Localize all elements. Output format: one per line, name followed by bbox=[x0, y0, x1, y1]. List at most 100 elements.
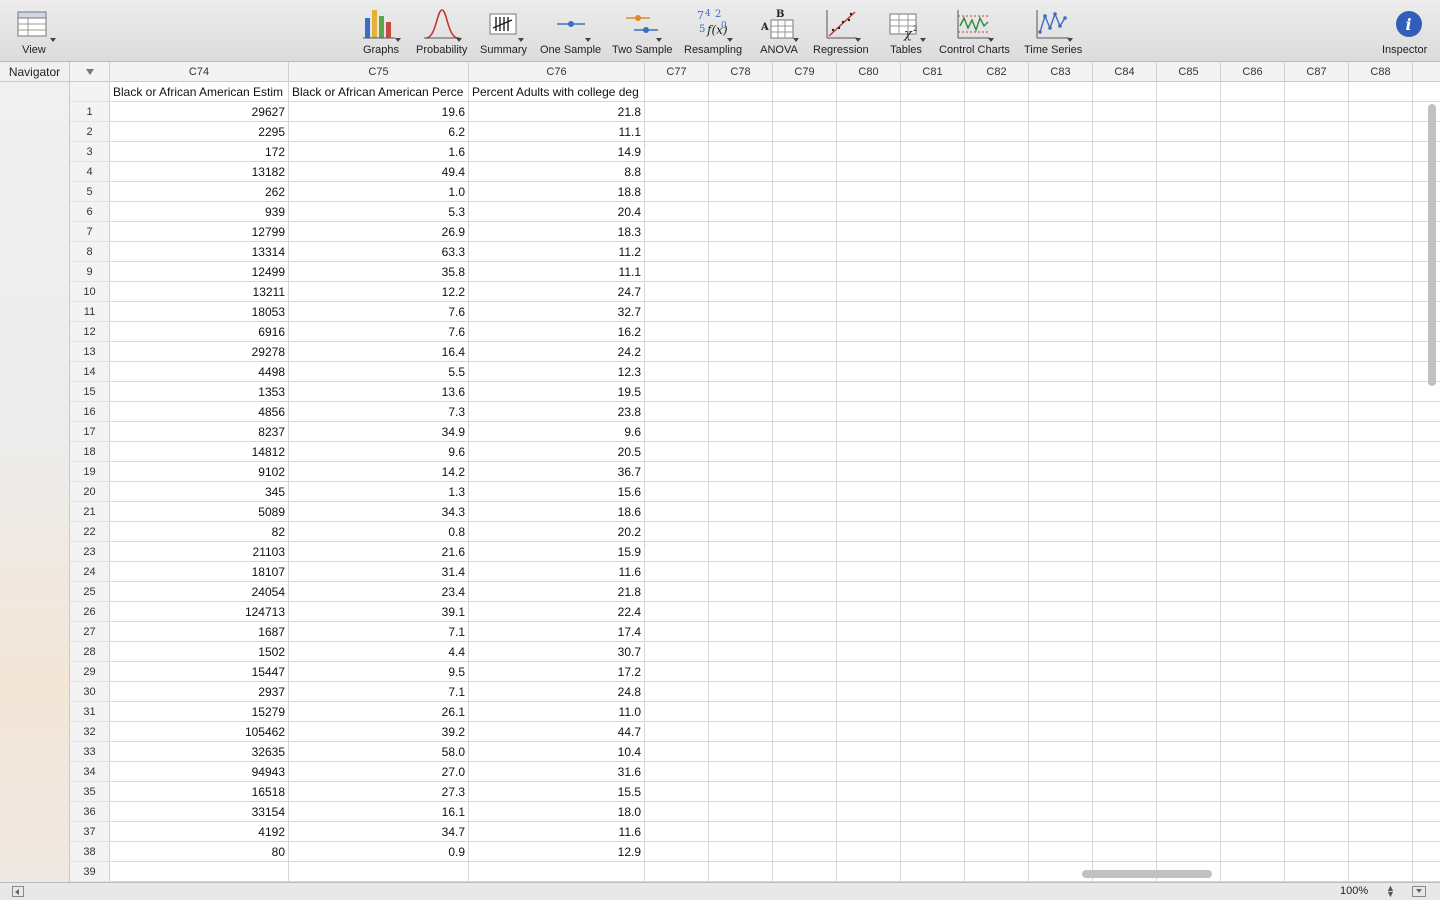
table-cell[interactable]: 24054 bbox=[110, 582, 289, 602]
table-cell[interactable] bbox=[709, 442, 773, 462]
table-cell[interactable] bbox=[773, 802, 837, 822]
table-cell[interactable] bbox=[1093, 702, 1157, 722]
table-cell[interactable] bbox=[837, 122, 901, 142]
column-header[interactable]: C87 bbox=[1285, 62, 1349, 82]
table-cell[interactable] bbox=[837, 222, 901, 242]
table-cell[interactable]: 12499 bbox=[110, 262, 289, 282]
column-header[interactable]: C85 bbox=[1157, 62, 1221, 82]
table-cell[interactable] bbox=[837, 702, 901, 722]
table-cell[interactable]: 20.2 bbox=[469, 522, 645, 542]
table-cell[interactable] bbox=[1157, 722, 1221, 742]
table-cell[interactable] bbox=[837, 622, 901, 642]
table-cell[interactable] bbox=[1093, 322, 1157, 342]
table-cell[interactable] bbox=[965, 742, 1029, 762]
inspector-button[interactable]: i Inspector bbox=[1382, 6, 1427, 60]
table-cell[interactable] bbox=[773, 302, 837, 322]
table-cell[interactable]: 9.6 bbox=[469, 422, 645, 442]
column-name-cell[interactable]: Percent Adults with college deg bbox=[469, 82, 645, 102]
table-cell[interactable] bbox=[901, 762, 965, 782]
table-cell[interactable] bbox=[1285, 122, 1349, 142]
table-cell[interactable] bbox=[1093, 642, 1157, 662]
table-cell[interactable] bbox=[773, 102, 837, 122]
table-cell[interactable] bbox=[709, 282, 773, 302]
table-cell[interactable]: 11.1 bbox=[469, 262, 645, 282]
table-cell[interactable] bbox=[901, 862, 965, 882]
table-cell[interactable]: 5.3 bbox=[289, 202, 469, 222]
table-cell[interactable] bbox=[645, 802, 709, 822]
table-cell[interactable] bbox=[1349, 362, 1413, 382]
table-cell[interactable]: 11.6 bbox=[469, 562, 645, 582]
table-cell[interactable]: 31.6 bbox=[469, 762, 645, 782]
table-cell[interactable] bbox=[1157, 282, 1221, 302]
row-number[interactable]: 26 bbox=[70, 602, 110, 622]
table-cell[interactable]: 12.3 bbox=[469, 362, 645, 382]
table-cell[interactable] bbox=[1029, 402, 1093, 422]
table-cell[interactable] bbox=[1285, 242, 1349, 262]
table-cell[interactable]: 4856 bbox=[110, 402, 289, 422]
table-cell[interactable] bbox=[1285, 402, 1349, 422]
table-cell[interactable] bbox=[965, 442, 1029, 462]
table-cell[interactable]: 1353 bbox=[110, 382, 289, 402]
table-cell[interactable] bbox=[1093, 282, 1157, 302]
table-cell[interactable] bbox=[965, 222, 1029, 242]
table-cell[interactable]: 24.2 bbox=[469, 342, 645, 362]
table-cell[interactable] bbox=[1285, 462, 1349, 482]
table-cell[interactable]: 58.0 bbox=[289, 742, 469, 762]
table-cell[interactable] bbox=[965, 702, 1029, 722]
table-cell[interactable]: 15.6 bbox=[469, 482, 645, 502]
table-cell[interactable]: 9.5 bbox=[289, 662, 469, 682]
table-cell[interactable] bbox=[709, 102, 773, 122]
table-cell[interactable] bbox=[1157, 642, 1221, 662]
table-cell[interactable] bbox=[1093, 302, 1157, 322]
tables-button[interactable]: χ2 Tables bbox=[886, 6, 926, 60]
table-cell[interactable] bbox=[1093, 262, 1157, 282]
column-header[interactable]: C78 bbox=[709, 62, 773, 82]
row-number[interactable] bbox=[70, 82, 110, 102]
table-cell[interactable] bbox=[1029, 162, 1093, 182]
table-cell[interactable]: 15447 bbox=[110, 662, 289, 682]
table-cell[interactable] bbox=[965, 502, 1029, 522]
table-cell[interactable] bbox=[1285, 682, 1349, 702]
row-number[interactable]: 39 bbox=[70, 862, 110, 882]
table-cell[interactable] bbox=[773, 322, 837, 342]
table-cell[interactable] bbox=[1157, 582, 1221, 602]
table-cell[interactable] bbox=[773, 182, 837, 202]
table-cell[interactable] bbox=[965, 142, 1029, 162]
table-cell[interactable]: 2295 bbox=[110, 122, 289, 142]
table-cell[interactable] bbox=[773, 662, 837, 682]
table-cell[interactable] bbox=[773, 162, 837, 182]
table-cell[interactable] bbox=[1029, 582, 1093, 602]
table-cell[interactable] bbox=[1157, 662, 1221, 682]
table-cell[interactable] bbox=[645, 262, 709, 282]
table-cell[interactable]: 6916 bbox=[110, 322, 289, 342]
column-header[interactable]: C75 bbox=[289, 62, 469, 82]
table-cell[interactable] bbox=[709, 822, 773, 842]
row-number[interactable]: 7 bbox=[70, 222, 110, 242]
table-cell[interactable] bbox=[1285, 202, 1349, 222]
column-header[interactable]: C80 bbox=[837, 62, 901, 82]
table-cell[interactable]: 18053 bbox=[110, 302, 289, 322]
table-cell[interactable] bbox=[1157, 422, 1221, 442]
table-cell[interactable] bbox=[1285, 222, 1349, 242]
table-cell[interactable] bbox=[1093, 622, 1157, 642]
table-cell[interactable] bbox=[773, 602, 837, 622]
row-number[interactable]: 5 bbox=[70, 182, 110, 202]
table-cell[interactable] bbox=[1157, 402, 1221, 422]
table-cell[interactable]: 1.3 bbox=[289, 482, 469, 502]
table-cell[interactable]: 172 bbox=[110, 142, 289, 162]
table-cell[interactable] bbox=[1221, 282, 1285, 302]
table-cell[interactable] bbox=[709, 262, 773, 282]
table-cell[interactable] bbox=[1221, 182, 1285, 202]
row-number[interactable]: 25 bbox=[70, 582, 110, 602]
table-cell[interactable] bbox=[1093, 362, 1157, 382]
table-cell[interactable]: 1502 bbox=[110, 642, 289, 662]
table-cell[interactable]: 5089 bbox=[110, 502, 289, 522]
table-cell[interactable] bbox=[1093, 842, 1157, 862]
table-cell[interactable] bbox=[837, 162, 901, 182]
table-cell[interactable]: 8237 bbox=[110, 422, 289, 442]
column-name-cell[interactable] bbox=[1157, 82, 1221, 102]
table-cell[interactable]: 7.6 bbox=[289, 302, 469, 322]
table-cell[interactable]: 29627 bbox=[110, 102, 289, 122]
table-cell[interactable] bbox=[1285, 562, 1349, 582]
table-cell[interactable] bbox=[709, 702, 773, 722]
